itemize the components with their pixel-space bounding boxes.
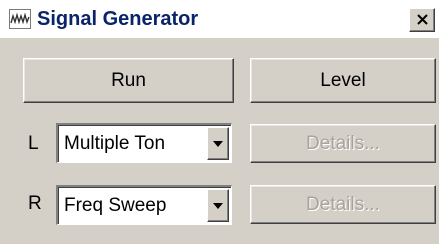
- close-icon: [417, 14, 428, 25]
- level-button[interactable]: Level: [250, 58, 436, 103]
- close-button[interactable]: [409, 8, 435, 32]
- right-details-button[interactable]: Details...: [250, 185, 436, 224]
- right-dropdown-button[interactable]: [207, 189, 229, 222]
- run-button[interactable]: Run: [23, 58, 234, 103]
- window-title: Signal Generator: [37, 8, 199, 30]
- left-channel-label: L: [28, 133, 39, 154]
- right-channel-label: R: [28, 193, 42, 214]
- signal-generator-window: Signal Generator Run Level L Multiple To…: [0, 0, 439, 244]
- left-signal-type-value: Multiple Ton: [64, 133, 166, 154]
- left-signal-type-select[interactable]: Multiple Ton: [56, 123, 232, 163]
- right-signal-type-select[interactable]: Freq Sweep: [56, 185, 232, 225]
- waveform-icon: [9, 9, 31, 29]
- left-dropdown-button[interactable]: [207, 127, 229, 160]
- left-details-button[interactable]: Details...: [250, 124, 436, 163]
- right-signal-type-value: Freq Sweep: [64, 195, 167, 216]
- chevron-down-icon: [213, 141, 223, 147]
- title-bar[interactable]: Signal Generator: [0, 0, 439, 38]
- chevron-down-icon: [213, 203, 223, 209]
